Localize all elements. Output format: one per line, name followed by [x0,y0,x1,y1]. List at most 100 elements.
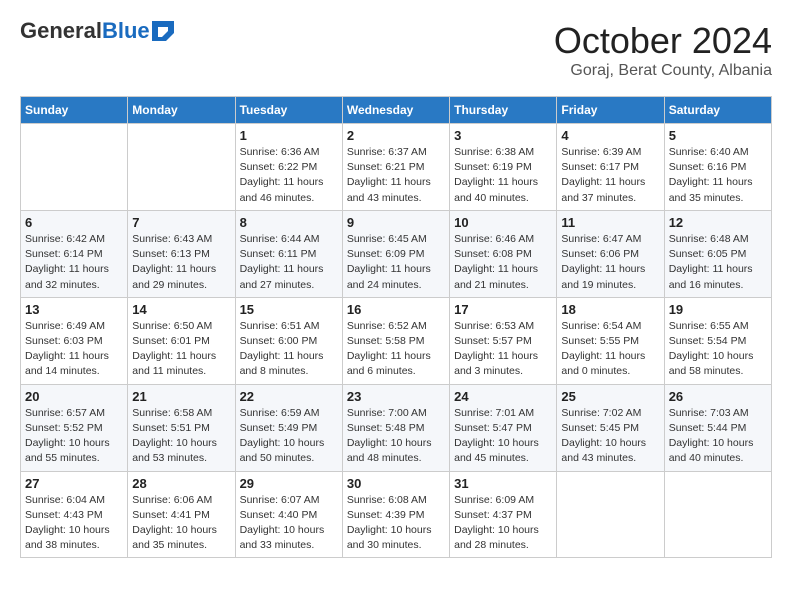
day-info: Sunrise: 6:58 AM Sunset: 5:51 PM Dayligh… [132,406,230,467]
day-number: 31 [454,476,552,491]
logo-icon [152,21,174,41]
day-info: Sunrise: 6:40 AM Sunset: 6:16 PM Dayligh… [669,145,767,206]
calendar-week-row: 1 Sunrise: 6:36 AM Sunset: 6:22 PM Daylig… [21,124,772,211]
calendar-table: SundayMondayTuesdayWednesdayThursdayFrid… [20,96,772,558]
calendar-week-row: 6 Sunrise: 6:42 AM Sunset: 6:14 PM Daylig… [21,210,772,297]
day-info: Sunrise: 6:44 AM Sunset: 6:11 PM Dayligh… [240,232,338,293]
day-number: 30 [347,476,445,491]
calendar-cell: 26 Sunrise: 7:03 AM Sunset: 5:44 PM Dayli… [664,384,771,471]
calendar-cell: 2Sunrise: 6:37 AM Sunset: 6:21 PM Daylig… [342,124,449,211]
calendar-week-row: 27 Sunrise: 6:04 AM Sunset: 4:43 PM Dayli… [21,471,772,558]
day-number: 25 [561,389,659,404]
day-info: Sunrise: 7:02 AM Sunset: 5:45 PM Dayligh… [561,406,659,467]
day-number: 28 [132,476,230,491]
calendar-cell: 22Sunrise: 6:59 AM Sunset: 5:49 PM Dayli… [235,384,342,471]
day-number: 4 [561,128,659,143]
calendar-cell: 17 Sunrise: 6:53 AM Sunset: 5:57 PM Dayli… [450,297,557,384]
day-number: 9 [347,215,445,230]
month-title: October 2024 [554,20,772,62]
day-number: 27 [25,476,123,491]
weekday-header: Wednesday [342,97,449,124]
day-info: Sunrise: 6:38 AM Sunset: 6:19 PM Dayligh… [454,145,552,206]
calendar-cell: 30 Sunrise: 6:08 AM Sunset: 4:39 PM Dayli… [342,471,449,558]
day-number: 6 [25,215,123,230]
day-info: Sunrise: 7:00 AM Sunset: 5:48 PM Dayligh… [347,406,445,467]
day-info: Sunrise: 6:51 AM Sunset: 6:00 PM Dayligh… [240,319,338,380]
day-number: 15 [240,302,338,317]
weekday-header: Thursday [450,97,557,124]
calendar-week-row: 13Sunrise: 6:49 AM Sunset: 6:03 PM Dayli… [21,297,772,384]
day-info: Sunrise: 6:53 AM Sunset: 5:57 PM Dayligh… [454,319,552,380]
calendar-cell: 23 Sunrise: 7:00 AM Sunset: 5:48 PM Dayli… [342,384,449,471]
day-number: 8 [240,215,338,230]
day-info: Sunrise: 6:04 AM Sunset: 4:43 PM Dayligh… [25,493,123,554]
title-area: October 2024 Goraj, Berat County, Albani… [554,20,772,80]
calendar-cell: 31 Sunrise: 6:09 AM Sunset: 4:37 PM Dayli… [450,471,557,558]
calendar-cell: 13Sunrise: 6:49 AM Sunset: 6:03 PM Dayli… [21,297,128,384]
calendar-cell: 19Sunrise: 6:55 AM Sunset: 5:54 PM Dayli… [664,297,771,384]
calendar-cell: 29Sunrise: 6:07 AM Sunset: 4:40 PM Dayli… [235,471,342,558]
day-info: Sunrise: 6:37 AM Sunset: 6:21 PM Dayligh… [347,145,445,206]
day-number: 24 [454,389,552,404]
weekday-header: Tuesday [235,97,342,124]
calendar-cell: 25 Sunrise: 7:02 AM Sunset: 5:45 PM Dayli… [557,384,664,471]
day-info: Sunrise: 6:43 AM Sunset: 6:13 PM Dayligh… [132,232,230,293]
calendar-cell: 5 Sunrise: 6:40 AM Sunset: 6:16 PM Daylig… [664,124,771,211]
calendar-cell: 1 Sunrise: 6:36 AM Sunset: 6:22 PM Daylig… [235,124,342,211]
calendar-cell: 4 Sunrise: 6:39 AM Sunset: 6:17 PM Daylig… [557,124,664,211]
day-number: 18 [561,302,659,317]
weekday-header: Saturday [664,97,771,124]
day-info: Sunrise: 6:46 AM Sunset: 6:08 PM Dayligh… [454,232,552,293]
calendar-cell: 8 Sunrise: 6:44 AM Sunset: 6:11 PM Daylig… [235,210,342,297]
day-info: Sunrise: 6:52 AM Sunset: 5:58 PM Dayligh… [347,319,445,380]
day-number: 21 [132,389,230,404]
logo-blue-text: Blue [102,20,150,42]
day-number: 29 [240,476,338,491]
day-number: 10 [454,215,552,230]
calendar-cell: 18Sunrise: 6:54 AM Sunset: 5:55 PM Dayli… [557,297,664,384]
day-info: Sunrise: 6:42 AM Sunset: 6:14 PM Dayligh… [25,232,123,293]
day-info: Sunrise: 6:50 AM Sunset: 6:01 PM Dayligh… [132,319,230,380]
day-info: Sunrise: 6:08 AM Sunset: 4:39 PM Dayligh… [347,493,445,554]
day-number: 23 [347,389,445,404]
calendar-cell: 27 Sunrise: 6:04 AM Sunset: 4:43 PM Dayli… [21,471,128,558]
calendar-cell [128,124,235,211]
calendar-cell: 15 Sunrise: 6:51 AM Sunset: 6:00 PM Dayli… [235,297,342,384]
day-number: 22 [240,389,338,404]
calendar-cell [557,471,664,558]
day-number: 3 [454,128,552,143]
day-number: 11 [561,215,659,230]
day-info: Sunrise: 6:09 AM Sunset: 4:37 PM Dayligh… [454,493,552,554]
day-info: Sunrise: 6:49 AM Sunset: 6:03 PM Dayligh… [25,319,123,380]
calendar-cell: 7Sunrise: 6:43 AM Sunset: 6:13 PM Daylig… [128,210,235,297]
day-number: 17 [454,302,552,317]
day-info: Sunrise: 6:48 AM Sunset: 6:05 PM Dayligh… [669,232,767,293]
day-info: Sunrise: 6:36 AM Sunset: 6:22 PM Dayligh… [240,145,338,206]
page-header: General Blue October 2024 Goraj, Berat C… [20,20,772,80]
calendar-cell [21,124,128,211]
day-info: Sunrise: 7:01 AM Sunset: 5:47 PM Dayligh… [454,406,552,467]
day-number: 5 [669,128,767,143]
calendar-cell: 14 Sunrise: 6:50 AM Sunset: 6:01 PM Dayli… [128,297,235,384]
calendar-cell: 24 Sunrise: 7:01 AM Sunset: 5:47 PM Dayli… [450,384,557,471]
weekday-header: Monday [128,97,235,124]
day-info: Sunrise: 6:55 AM Sunset: 5:54 PM Dayligh… [669,319,767,380]
day-number: 26 [669,389,767,404]
calendar-cell: 6 Sunrise: 6:42 AM Sunset: 6:14 PM Daylig… [21,210,128,297]
day-info: Sunrise: 6:39 AM Sunset: 6:17 PM Dayligh… [561,145,659,206]
logo-general-text: General [20,20,102,42]
location-text: Goraj, Berat County, Albania [554,62,772,80]
calendar-cell: 21 Sunrise: 6:58 AM Sunset: 5:51 PM Dayli… [128,384,235,471]
day-number: 14 [132,302,230,317]
day-info: Sunrise: 7:03 AM Sunset: 5:44 PM Dayligh… [669,406,767,467]
day-info: Sunrise: 6:45 AM Sunset: 6:09 PM Dayligh… [347,232,445,293]
calendar-header-row: SundayMondayTuesdayWednesdayThursdayFrid… [21,97,772,124]
day-number: 12 [669,215,767,230]
calendar-week-row: 20 Sunrise: 6:57 AM Sunset: 5:52 PM Dayli… [21,384,772,471]
weekday-header: Sunday [21,97,128,124]
day-number: 1 [240,128,338,143]
day-info: Sunrise: 6:06 AM Sunset: 4:41 PM Dayligh… [132,493,230,554]
day-info: Sunrise: 6:57 AM Sunset: 5:52 PM Dayligh… [25,406,123,467]
weekday-header: Friday [557,97,664,124]
day-number: 20 [25,389,123,404]
